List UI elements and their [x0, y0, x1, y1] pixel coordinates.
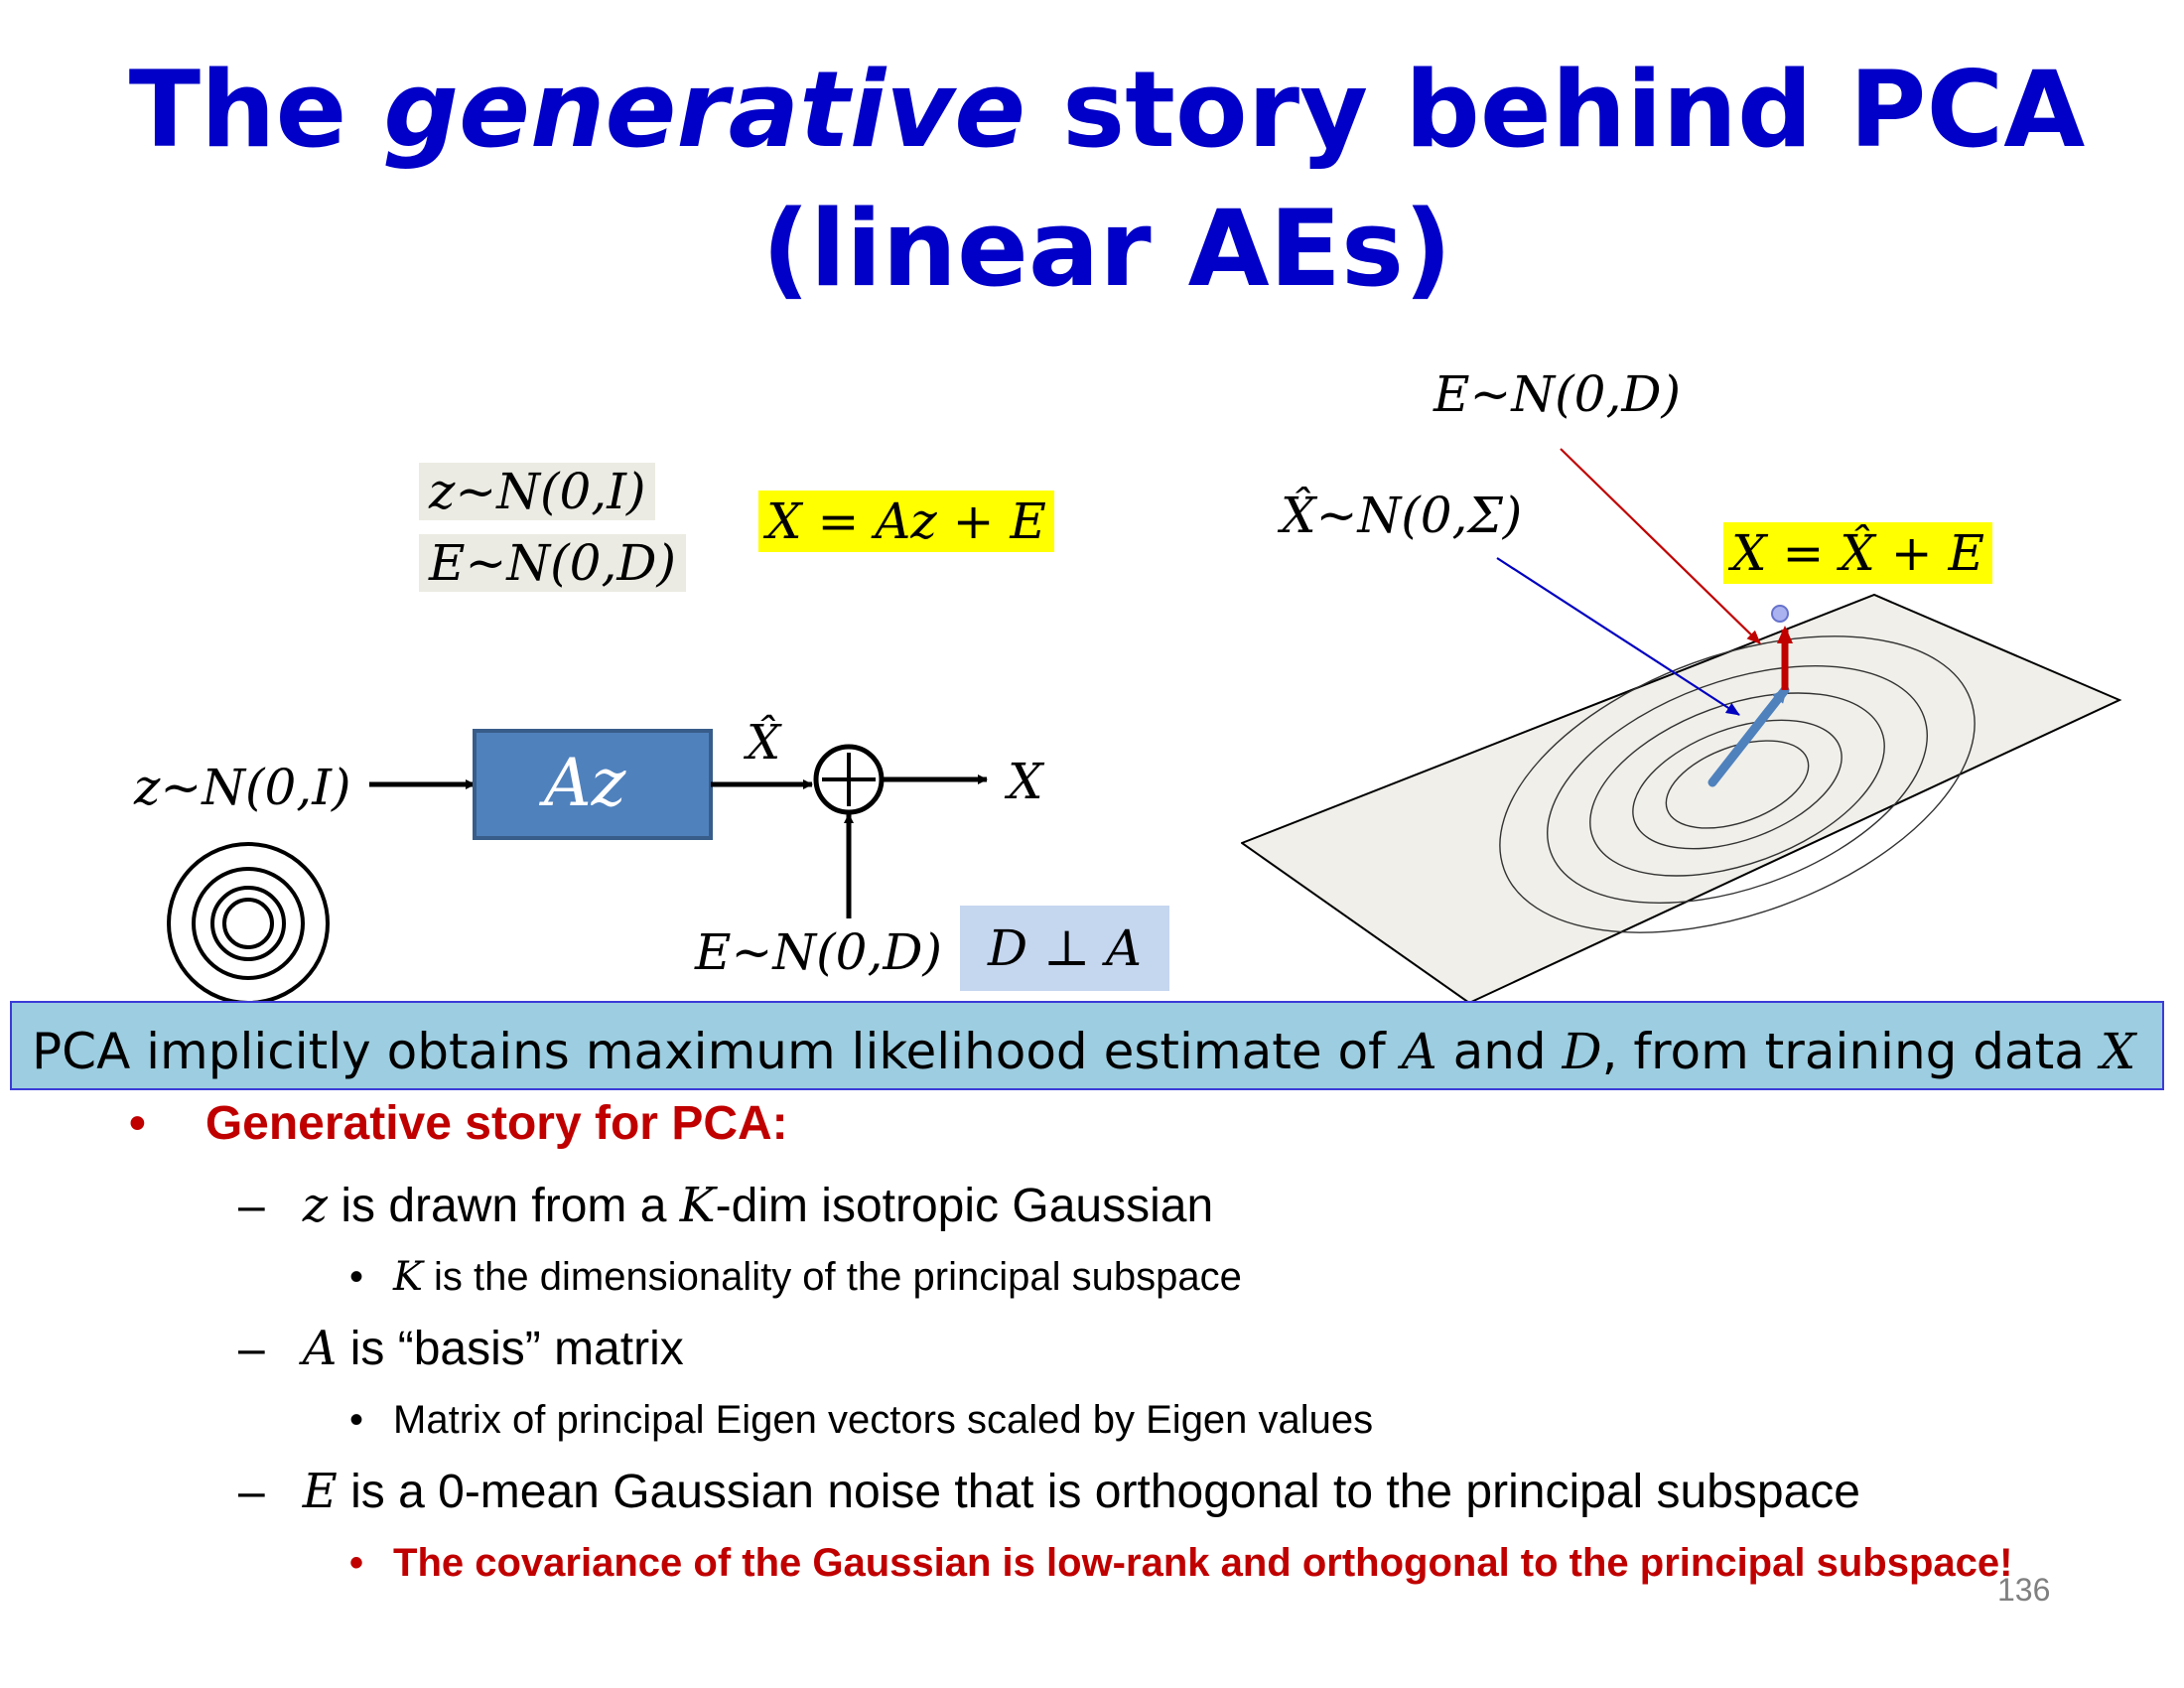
decomposition-equation: X = X̂ + E: [1723, 522, 1993, 584]
z-input-label: z~N(0,I): [134, 759, 351, 816]
noise-input-label: E~N(0,D): [695, 923, 942, 981]
principal-subspace-plane: [1241, 593, 2122, 1005]
banner-text: PCA implicitly obtains maximum likelihoo…: [32, 1023, 2136, 1080]
ml-estimate-banner: PCA implicitly obtains maximum likelihoo…: [10, 1001, 2164, 1090]
title-emphasis: generative: [383, 49, 1026, 171]
noise-top-label: E~N(0,D): [1433, 365, 1681, 423]
isotropic-contours: [167, 842, 330, 1005]
output-label: X: [1008, 753, 1043, 810]
sub-item-eigen: • Matrix of principal Eigen vectors scale…: [349, 1398, 1374, 1442]
list-item-a: – A is “basis” matrix: [238, 1321, 684, 1376]
slide-title-line2: (linear AEs): [761, 188, 1452, 310]
subspace-diagram: [1241, 448, 2122, 1005]
data-point: [1771, 605, 1789, 623]
sub-item-k: • K is the dimensionality of the principa…: [349, 1254, 1242, 1300]
sub-item-covariance: • The covariance of the Gaussian is low-r…: [349, 1541, 2013, 1585]
xhat-pointer: [1496, 557, 1740, 716]
xhat-label: X̂: [747, 715, 781, 771]
list-item-z: – z is drawn from a K-dim isotropic Gauss…: [238, 1178, 1214, 1233]
slide-title-line1: The generative story behind PCA: [128, 49, 2086, 171]
list-item-e: – E is a 0-mean Gaussian noise that is or…: [238, 1464, 1860, 1519]
xhat-dist-label: X̂~N(0,Σ): [1281, 487, 1523, 544]
orthogonality-box: D ⊥ A: [960, 906, 1170, 991]
page-number: 136: [1997, 1572, 2051, 1608]
encoder-block-label: Az: [544, 745, 626, 821]
bullet-heading: • Generative story for PCA:: [129, 1097, 788, 1150]
